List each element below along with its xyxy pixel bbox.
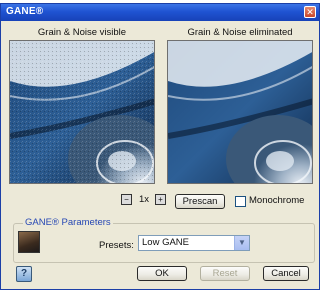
close-icon: ✕ — [306, 7, 314, 17]
right-pane-label: Grain & Noise eliminated — [187, 27, 293, 38]
preview-after-image — [167, 40, 313, 184]
close-button[interactable]: ✕ — [304, 6, 316, 18]
help-icon[interactable]: ? — [16, 266, 32, 282]
parameters-group-title: GANE® Parameters — [23, 217, 113, 228]
reset-button[interactable]: Reset — [200, 266, 250, 281]
cancel-button[interactable]: Cancel — [263, 266, 309, 281]
ok-button[interactable]: OK — [137, 266, 187, 281]
title-bar[interactable]: GANE® ✕ — [1, 4, 319, 21]
monochrome-checkbox[interactable] — [235, 196, 246, 207]
window-title: GANE® — [6, 6, 44, 17]
preview-before-image — [9, 40, 155, 184]
gane-dialog: GANE® ✕ Grain & Noise visible Grain & No… — [0, 3, 320, 290]
presets-value: Low GANE — [142, 237, 189, 248]
zoom-in-icon[interactable]: + — [155, 194, 166, 205]
presets-label: Presets: — [99, 240, 134, 251]
avatar-icon — [18, 231, 40, 253]
monochrome-label: Monochrome — [249, 195, 305, 206]
presets-select[interactable]: Low GANE ▼ — [138, 235, 250, 251]
left-pane-label: Grain & Noise visible — [37, 27, 127, 38]
zoom-out-icon[interactable]: − — [121, 194, 132, 205]
prescan-button[interactable]: Prescan — [175, 194, 225, 209]
chevron-down-icon[interactable]: ▼ — [234, 236, 249, 250]
zoom-level: 1x — [139, 194, 150, 205]
